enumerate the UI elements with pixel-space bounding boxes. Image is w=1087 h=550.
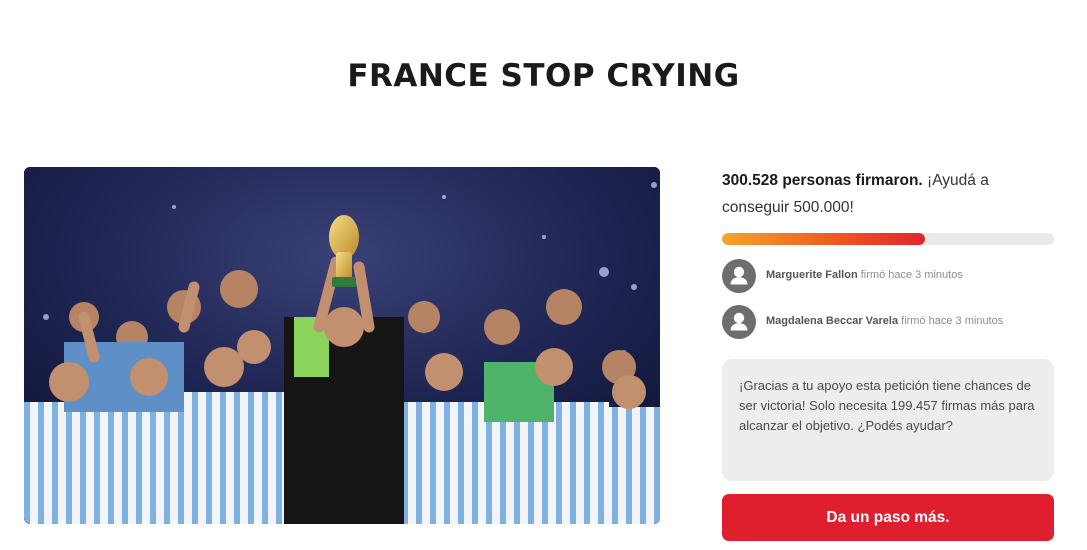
petition-page: FRANCE STOP CRYING 300.528 personas firm… [0,0,1087,550]
signature-panel: 300.528 personas firmaron. ¡Ayudá a cons… [722,167,1054,481]
support-notice: ¡Gracias a tu apoyo esta petición tiene … [722,359,1054,481]
signature-progress-bar [722,233,1054,245]
user-silhouette-icon [722,259,756,293]
signer-action: firmó hace 3 minutos [857,269,963,281]
recent-signer-text: Magdalena Beccar Varela firmó hace 3 min… [766,313,1031,330]
recent-signer: Marguerite Fallon firmó hace 3 minutos [722,259,1054,293]
signer-name: Marguerite Fallon [766,269,858,281]
signature-count-number: 300.528 personas firmaron. [722,172,923,189]
recent-signer: Magdalena Beccar Varela firmó hace 3 min… [722,305,1054,339]
recent-signer-text: Marguerite Fallon firmó hace 3 minutos [766,267,1031,284]
petition-hero-image [24,167,660,524]
user-silhouette-icon [722,305,756,339]
take-next-step-button[interactable]: Da un paso más. [722,494,1054,541]
signer-name: Magdalena Beccar Varela [766,315,899,327]
signature-count: 300.528 personas firmaron. ¡Ayudá a cons… [722,167,1054,221]
signature-progress-fill [722,233,925,245]
petition-title: FRANCE STOP CRYING [347,58,740,94]
signer-action: firmó hace 3 minutos [898,315,1004,327]
